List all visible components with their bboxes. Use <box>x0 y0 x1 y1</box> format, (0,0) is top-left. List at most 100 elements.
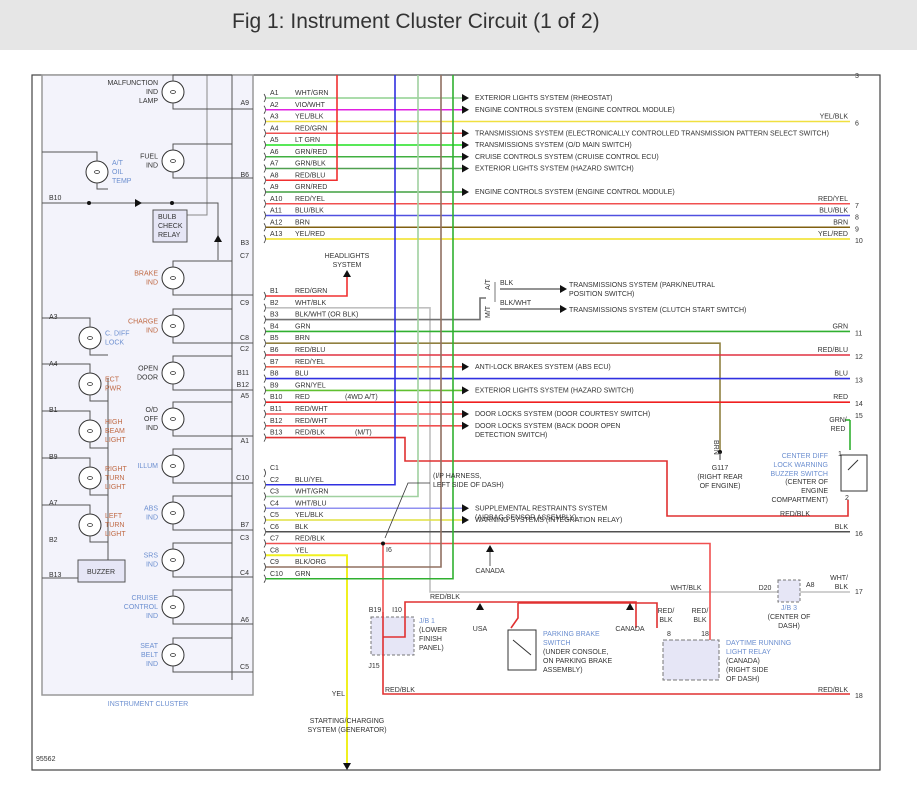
wire-number: 17 <box>855 589 863 596</box>
connector-pin-label: C3 <box>270 489 279 496</box>
jb3-location: DASH) <box>778 623 800 630</box>
wire-color-label: BLK <box>500 280 514 287</box>
indicator-label: ECT <box>105 377 120 384</box>
connector-icon <box>263 105 266 114</box>
indicator-label: IND <box>146 661 158 668</box>
pin-label: B12 <box>237 382 250 389</box>
jb1-location: PANEL) <box>419 645 444 652</box>
wire-color-label: BLK/WHT <box>500 300 532 307</box>
indicator-label: IND <box>146 163 158 170</box>
connector-icon <box>263 421 266 431</box>
pin-label: C7 <box>240 253 249 260</box>
wire-number: 3 <box>855 73 859 80</box>
indicator-label: IND <box>146 425 158 432</box>
arrow-icon <box>560 285 567 293</box>
wire-color-label: BRN <box>712 440 719 455</box>
connector-pin-label: B7 <box>270 359 279 366</box>
figure-id: 95562 <box>36 756 56 763</box>
connector-pin-label: A9 <box>270 184 279 191</box>
pin-label: 18 <box>701 631 709 638</box>
arrow-icon <box>626 603 634 610</box>
indicator-label: CRUISE <box>132 595 159 602</box>
pin-label: A4 <box>49 361 58 368</box>
connector-icon <box>263 187 266 197</box>
wire-color-label: WHT/GRN <box>295 90 328 97</box>
wire-number: 15 <box>855 413 863 420</box>
pin-label: 2 <box>845 495 849 502</box>
wire-color-label: BLU/BLK <box>295 208 324 215</box>
wire-color-label: BRN <box>295 335 310 342</box>
wire-color-label: RED/BLK <box>818 687 848 694</box>
wire <box>510 603 519 629</box>
indicator-label: TURN <box>105 522 124 529</box>
destination-label: ENGINE CONTROLS SYSTEM (ENGINE CONTROL M… <box>475 107 675 114</box>
starting-charging-label: SYSTEM (GENERATOR) <box>307 727 386 734</box>
indicator-lamp-icon <box>161 643 185 667</box>
wire-color-label: WHT/ <box>830 575 848 582</box>
connector-pin-label: B9 <box>270 382 279 389</box>
pin-label: A7 <box>49 500 58 507</box>
wire-color-label: RED/BLU <box>295 172 325 179</box>
pin-label: C4 <box>240 570 249 577</box>
connector-pin-label: C8 <box>270 547 279 554</box>
wiring-diagram: INSTRUMENT CLUSTER 95562 3 MALFUNCTION IND LA… <box>31 73 881 771</box>
wire-color-label: BLU <box>295 371 309 378</box>
connector-icon <box>263 234 266 244</box>
parking-brake-label: SWITCH <box>543 640 571 647</box>
connector-icon <box>263 386 266 395</box>
wire-number: 7 <box>855 203 859 210</box>
destination-label: SUPPLEMENTAL RESTRAINTS SYSTEM <box>475 505 607 512</box>
bulb-check-relay-label: CHECK <box>158 223 183 230</box>
wire-color-label: BLK <box>693 617 707 624</box>
destination-label: DOOR LOCKS SYSTEM (BACK DOOR OPEN <box>475 423 620 430</box>
center-diff-lock-switch <box>840 454 868 492</box>
indicator-label: IND <box>146 328 158 335</box>
wire-color-label: RED/ <box>692 608 709 615</box>
connector-pin-label: A8 <box>270 172 279 179</box>
destination-label: EXTERIOR LIGHTS SYSTEM (HAZARD SWITCH) <box>475 387 634 394</box>
indicator-lamp-icon <box>78 419 102 443</box>
drl-relay-label: DAYTIME RUNNING <box>726 640 791 647</box>
pin-label: A8 <box>806 582 815 589</box>
connector-pin-label: C2 <box>270 477 279 484</box>
destination-label: TRANSMISSIONS SYSTEM (O/D MAIN SWITCH) <box>475 142 632 149</box>
wire-color-label: RED/ <box>658 608 675 615</box>
pin-label: B1 <box>49 407 58 414</box>
indicator-label: HIGH <box>105 419 123 426</box>
pin-label: I10 <box>392 607 402 614</box>
connector-icon <box>263 152 266 161</box>
connector-icon <box>263 291 266 301</box>
connector-icon <box>263 397 266 407</box>
canada-label: CANADA <box>615 626 645 633</box>
destination-label: EXTERIOR LIGHTS SYSTEM (RHEOSTAT) <box>475 95 612 102</box>
indicator-label: SRS <box>144 553 159 560</box>
connector-pin-label: C5 <box>270 512 279 519</box>
arrow-icon <box>462 152 469 161</box>
connector-icon <box>263 338 266 348</box>
indicator-label: TURN <box>105 475 124 482</box>
indicator-label: ABS <box>144 506 158 513</box>
drl-relay-location: OF DASH) <box>726 676 759 683</box>
connector-pin-label: C4 <box>270 500 279 507</box>
connector-icon <box>263 527 266 536</box>
wire-color-label: RED/YEL <box>295 196 325 203</box>
wire-color-label: LT GRN <box>295 137 320 144</box>
arrow-icon <box>560 305 567 313</box>
wire-color-label: YEL/RED <box>818 231 848 238</box>
connector-pin-label: B8 <box>270 371 279 378</box>
jb1-label: J/B 1 <box>419 618 435 625</box>
indicator-lamp-icon <box>161 501 185 525</box>
wire-color-label: RED/BLK <box>430 594 460 601</box>
center-diff-switch-location: ENGINE <box>801 488 828 495</box>
pin-label: C10 <box>236 475 249 482</box>
wire-color-label: RED/BLK <box>295 430 325 437</box>
indicator-label: LIGHT <box>105 437 126 444</box>
wire-color-label: GRN/YEL <box>295 382 326 389</box>
connector-pin-label: B4 <box>270 323 279 330</box>
indicator-label: C. DIFF <box>105 331 130 338</box>
destination-label: POSITION SWITCH) <box>569 291 634 298</box>
wire-number: 6 <box>855 121 859 128</box>
indicator-lamp-icon <box>78 326 102 350</box>
wire-number: 18 <box>855 693 863 700</box>
indicator-label: IND <box>146 280 158 287</box>
